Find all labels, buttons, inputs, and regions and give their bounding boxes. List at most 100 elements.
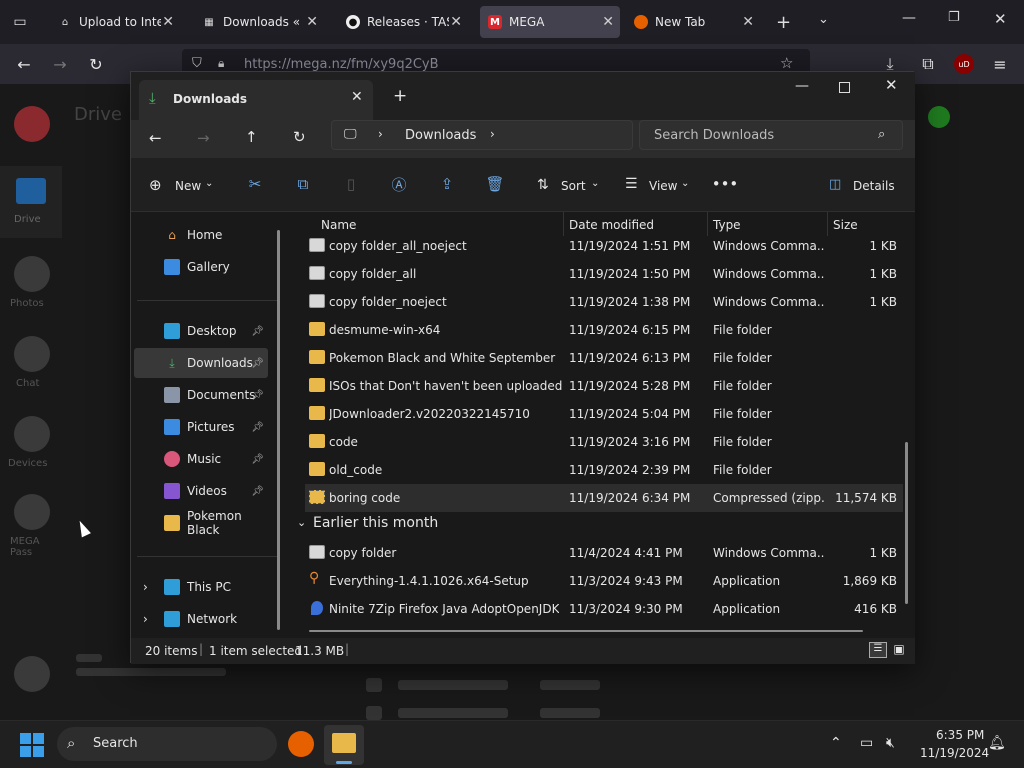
- browser-tab-mega[interactable]: M MEGA ✕: [480, 6, 620, 38]
- explorer-tab[interactable]: ⤓ Downloads ✕: [139, 80, 373, 120]
- mega-nav-photos[interactable]: [14, 256, 50, 292]
- extensions-icon[interactable]: ⧉: [916, 52, 940, 76]
- mega-avatar[interactable]: [928, 106, 950, 128]
- close-window-icon[interactable]: ✕: [994, 10, 1007, 28]
- breadcrumb[interactable]: 🖵︎ › Downloads ›: [331, 120, 633, 150]
- browser-tab-downloads[interactable]: ▦ Downloads « De ✕: [194, 6, 324, 38]
- tab-list-chevron-icon[interactable]: ⌄: [818, 12, 829, 27]
- start-button[interactable]: [20, 733, 44, 757]
- column-header-type[interactable]: Type: [713, 218, 741, 232]
- nav-item-network[interactable]: Network: [134, 604, 268, 634]
- forward-icon[interactable]: →: [197, 129, 210, 147]
- firefox-taskbar-icon[interactable]: [288, 731, 314, 757]
- table-row[interactable]: copy folder_all_noeject 11/19/2024 1:51 P…: [305, 232, 903, 260]
- nav-item-this-pc[interactable]: This PC: [134, 572, 268, 602]
- forward-icon[interactable]: →: [48, 52, 72, 76]
- table-row[interactable]: copy folder 11/4/2024 4:41 PM Windows Comm…: [305, 539, 903, 567]
- table-row[interactable]: ISOs that Don't haven't been uploaded ye…: [305, 372, 903, 400]
- table-row-selected[interactable]: boring code 11/19/2024 6:34 PM Compressed …: [305, 484, 903, 512]
- table-row[interactable]: JDownloader2.v20220322145710 11/19/2024 5…: [305, 400, 903, 428]
- table-row[interactable]: Pokemon Black and White September 20...1…: [305, 344, 903, 372]
- group-header[interactable]: Earlier this month: [313, 515, 438, 531]
- new-tab-icon[interactable]: +: [776, 12, 791, 33]
- table-row[interactable]: code 11/19/2024 3:16 PM File folder: [305, 428, 903, 456]
- bookmark-star-icon[interactable]: ☆: [780, 54, 793, 72]
- url-text[interactable]: https://mega.nz/fm/xy9q2CyB: [244, 57, 439, 72]
- table-row[interactable]: old_code 11/19/2024 2:39 PM File folder: [305, 456, 903, 484]
- mega-nav-drive[interactable]: Drive: [0, 166, 62, 238]
- minimize-icon[interactable]: —: [795, 78, 809, 94]
- column-header-date[interactable]: Date modified: [569, 218, 654, 232]
- close-tab-icon[interactable]: ✕: [450, 14, 462, 30]
- lock-icon[interactable]: 🔒︎: [218, 56, 224, 71]
- table-row[interactable]: desmume-win-x64 11/19/2024 6:15 PM File fo…: [305, 316, 903, 344]
- table-row[interactable]: copy folder_all 11/19/2024 1:50 PM Windows…: [305, 260, 903, 288]
- table-row[interactable]: Ninite 7Zip Firefox Java AdoptOpenJDK x.…: [305, 595, 903, 623]
- vertical-scrollbar[interactable]: [905, 442, 908, 604]
- nav-item-pictures[interactable]: Pictures 📌︎: [134, 412, 268, 442]
- browser-tab-releases[interactable]: ● Releases · TASEr ✕: [338, 6, 468, 38]
- notification-bell-icon[interactable]: 🔔︎: [988, 735, 1006, 751]
- column-header-name[interactable]: Name: [321, 218, 356, 232]
- nav-item-pokemon-black[interactable]: Pokemon Black: [134, 508, 268, 538]
- mega-nav-bottom[interactable]: [14, 656, 50, 692]
- copy-icon[interactable]: ⧉: [293, 174, 313, 194]
- mega-logo[interactable]: [14, 106, 50, 142]
- display-icon[interactable]: ▭: [860, 735, 873, 751]
- new-button[interactable]: ⊕ New ⌄: [149, 176, 221, 198]
- refresh-icon[interactable]: ↻: [293, 128, 306, 146]
- taskbar-search[interactable]: ⌕ Search: [57, 727, 277, 761]
- nav-item-music[interactable]: Music 📌︎: [134, 444, 268, 474]
- minimize-icon[interactable]: —: [902, 10, 916, 26]
- details-view-icon[interactable]: ☰: [869, 642, 887, 658]
- more-options-icon[interactable]: •••: [712, 174, 739, 194]
- nav-item-desktop[interactable]: Desktop 📌︎: [134, 316, 268, 346]
- view-button[interactable]: ☰ View ⌄: [625, 176, 691, 198]
- chevron-right-icon[interactable]: ›: [490, 127, 495, 141]
- menu-icon[interactable]: ≡: [988, 52, 1012, 76]
- horizontal-scrollbar[interactable]: [309, 630, 863, 632]
- nav-scrollbar[interactable]: [277, 230, 280, 630]
- close-tab-icon[interactable]: ✕: [351, 89, 363, 105]
- mega-nav-chat[interactable]: [14, 336, 50, 372]
- collapse-chevron-icon[interactable]: ⌄: [297, 516, 306, 529]
- close-window-icon[interactable]: ✕: [885, 76, 898, 94]
- back-icon[interactable]: ←: [149, 129, 162, 147]
- column-header-size[interactable]: Size: [833, 218, 858, 232]
- tab-overview-icon[interactable]: ▭: [10, 12, 30, 32]
- nav-item-documents[interactable]: Documents 📌︎: [134, 380, 268, 410]
- mega-nav-devices[interactable]: [14, 416, 50, 452]
- restore-icon[interactable]: ❐: [948, 10, 960, 25]
- nav-item-home[interactable]: ⌂ Home: [134, 220, 268, 250]
- back-icon[interactable]: ←: [12, 52, 36, 76]
- browser-tab-upload[interactable]: ⌂ Upload to Intern ✕: [50, 6, 180, 38]
- table-row[interactable]: copy folder_noeject 11/19/2024 1:38 PM Win…: [305, 288, 903, 316]
- nav-item-gallery[interactable]: Gallery: [134, 252, 268, 282]
- close-tab-icon[interactable]: ✕: [602, 14, 614, 30]
- tiles-view-icon[interactable]: ▣: [891, 642, 907, 658]
- close-tab-icon[interactable]: ✕: [742, 14, 754, 30]
- share-icon[interactable]: ⇪: [437, 174, 457, 194]
- clock-time[interactable]: 6:35 PM: [936, 728, 984, 742]
- browser-tab-new[interactable]: New Tab ✕: [626, 6, 760, 38]
- up-icon[interactable]: ↑: [245, 128, 258, 146]
- mega-nav-pass[interactable]: [14, 494, 50, 530]
- cut-icon[interactable]: ✂: [245, 174, 265, 194]
- delete-icon[interactable]: 🗑︎: [485, 174, 505, 194]
- sort-button[interactable]: ⇅ Sort ⌄: [537, 176, 601, 198]
- volume-muted-icon[interactable]: 🔇︎: [886, 735, 895, 751]
- nav-item-videos[interactable]: Videos 📌︎: [134, 476, 268, 506]
- ublock-icon[interactable]: uD: [954, 54, 974, 74]
- new-tab-icon[interactable]: +: [393, 86, 407, 106]
- close-tab-icon[interactable]: ✕: [306, 14, 318, 30]
- clock-date[interactable]: 11/19/2024: [920, 746, 989, 760]
- chevron-right-icon[interactable]: ›: [378, 127, 383, 141]
- paste-icon[interactable]: ▯: [341, 174, 361, 194]
- search-input[interactable]: Search Downloads ⌕: [639, 120, 903, 150]
- close-tab-icon[interactable]: ✕: [162, 14, 174, 30]
- maximize-icon[interactable]: [839, 82, 850, 93]
- details-button[interactable]: ◫ Details: [829, 176, 895, 198]
- table-row[interactable]: ⚲ Everything-1.4.1.1026.x64-Setup 11/3/202…: [305, 567, 903, 595]
- shield-icon[interactable]: ⛉: [192, 56, 202, 71]
- explorer-taskbar-button[interactable]: [324, 725, 364, 765]
